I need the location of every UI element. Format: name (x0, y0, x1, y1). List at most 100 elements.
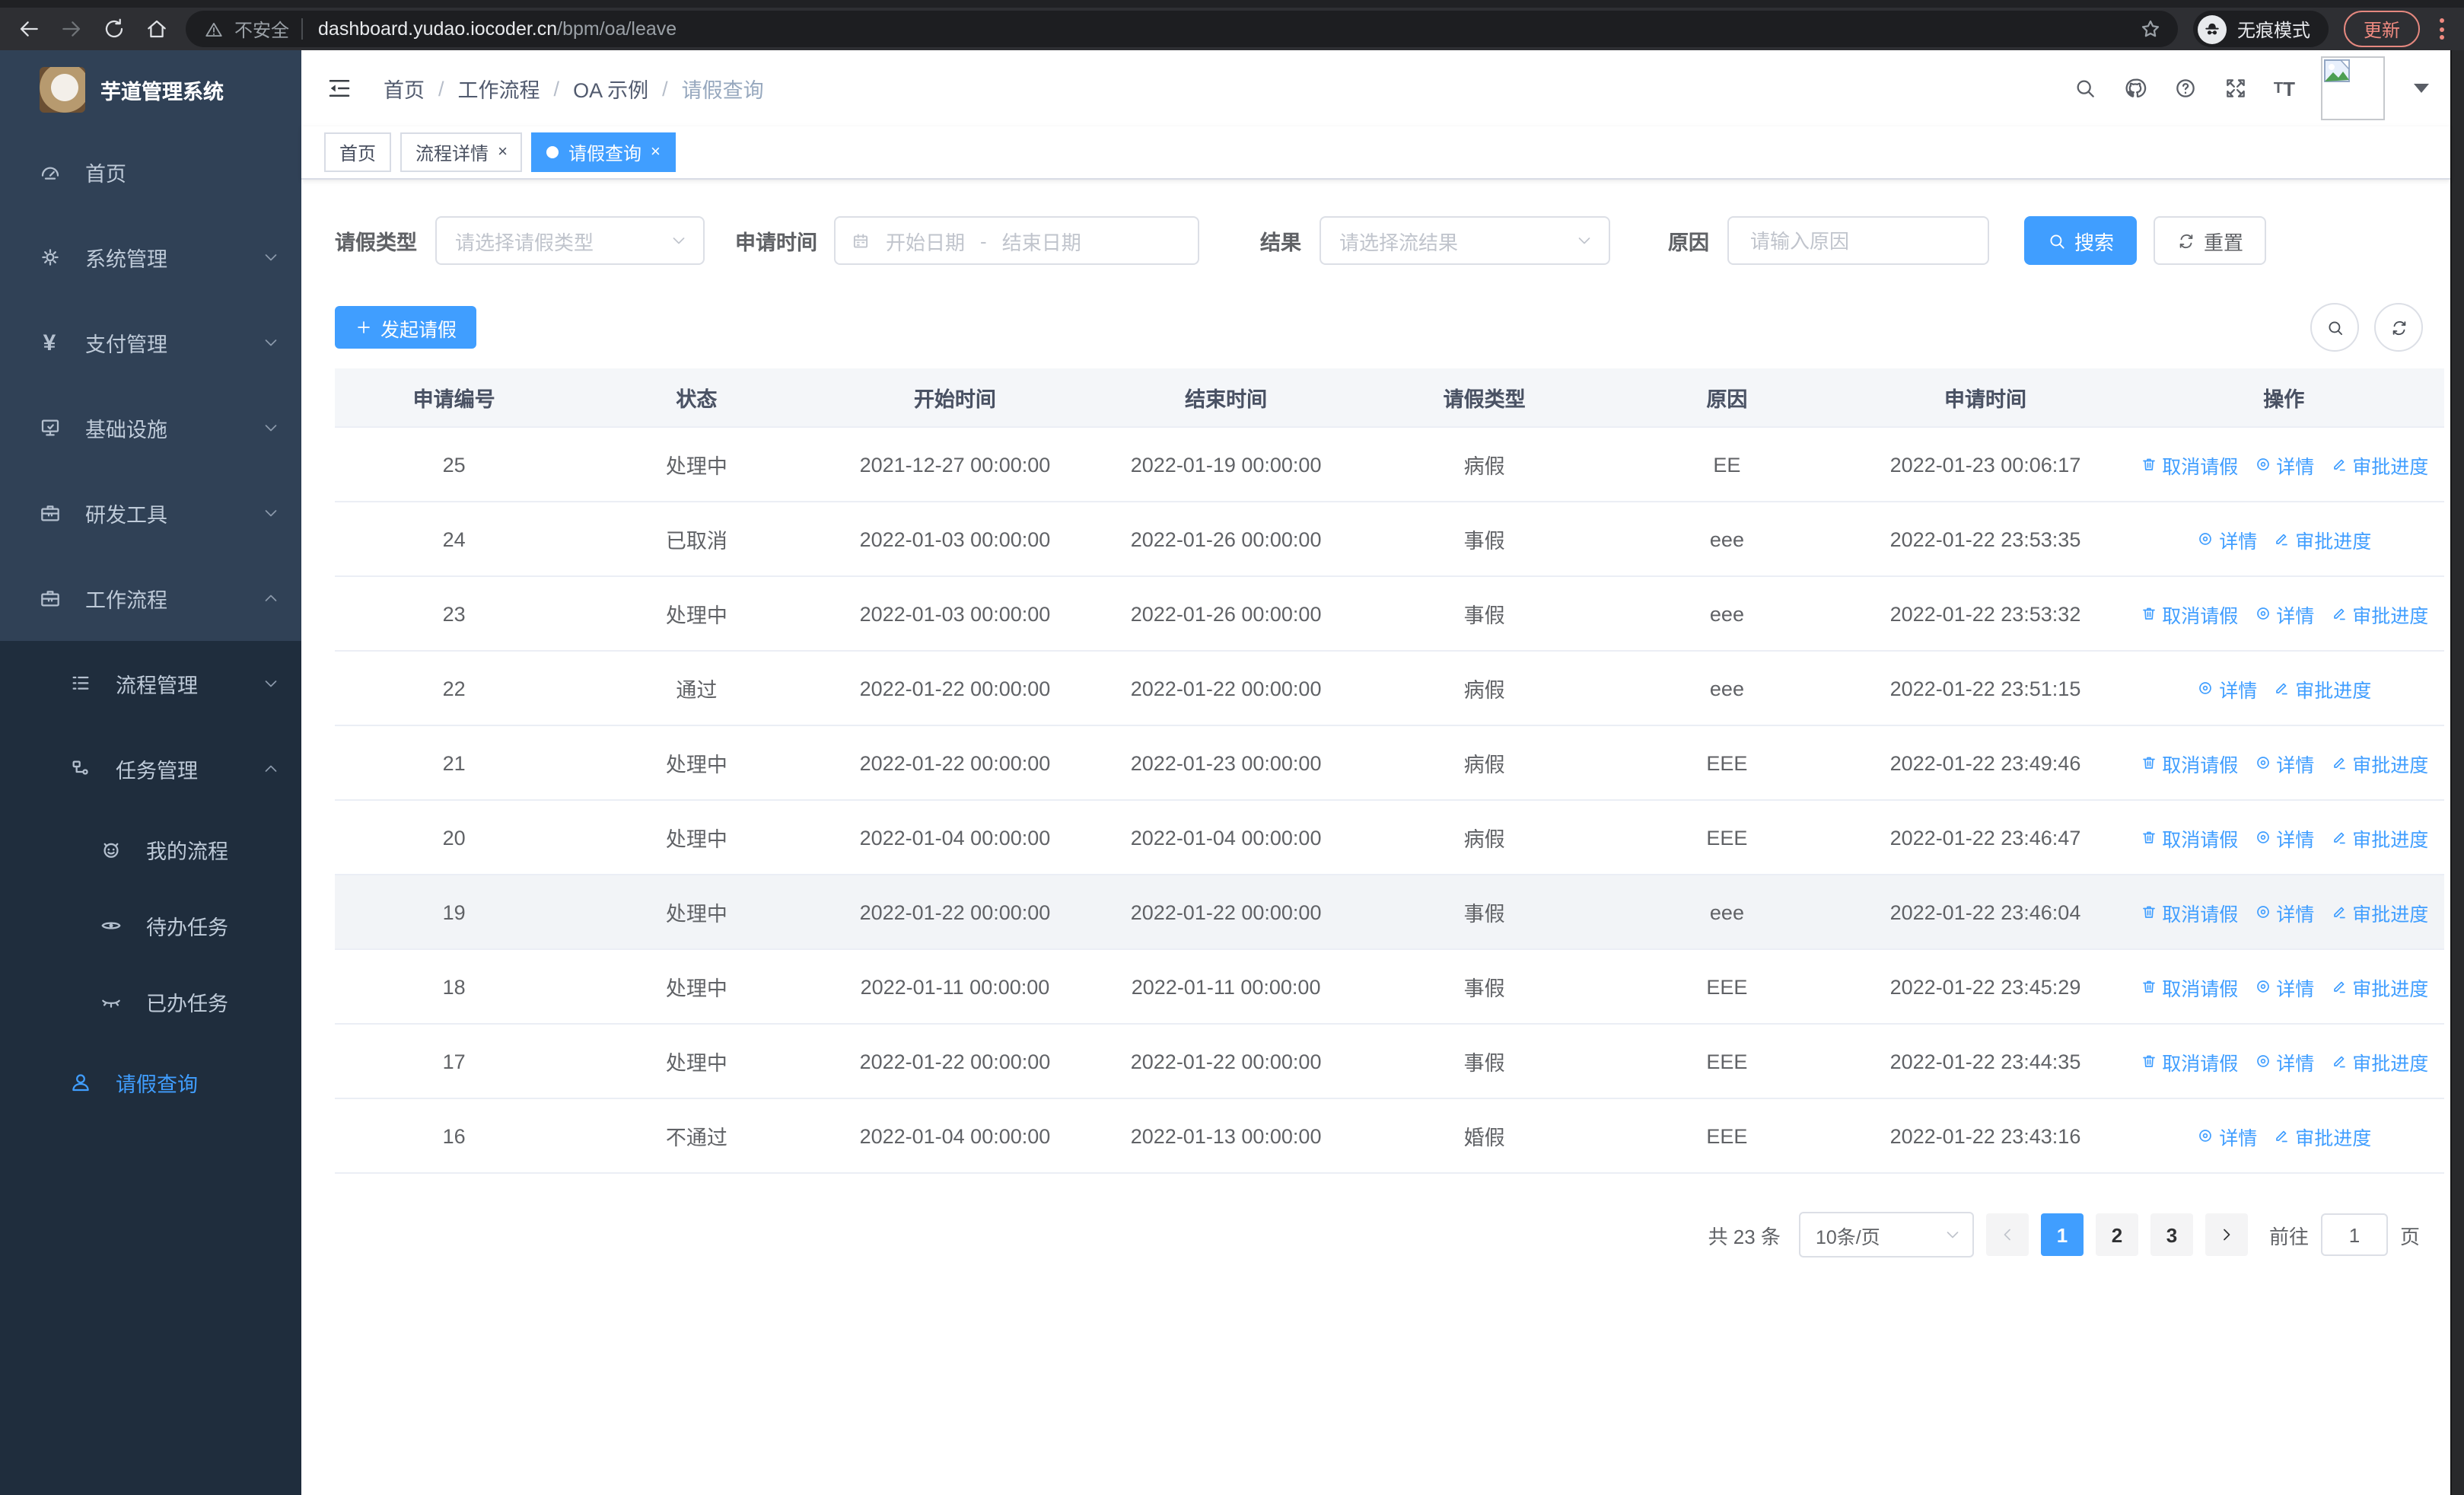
browser-forward-icon[interactable] (58, 15, 85, 43)
calendar-icon (853, 233, 868, 247)
create-leave-button[interactable]: 发起请假 (335, 306, 477, 349)
sidebar-item-label: 待办任务 (146, 916, 228, 939)
sidebar-item-leave-query[interactable]: 请假查询 (0, 1040, 301, 1125)
sidebar-item-system[interactable]: 系统管理 (0, 215, 301, 300)
detail-link[interactable]: 详情 (2253, 450, 2314, 479)
sidebar-item-process-mgmt[interactable]: 流程管理 (0, 641, 301, 726)
next-page-button[interactable] (2205, 1213, 2248, 1256)
prev-page-button[interactable] (1985, 1213, 2029, 1256)
browser-scrollbar[interactable] (2450, 50, 2464, 1495)
progress-link[interactable]: 审批进度 (2329, 599, 2428, 628)
detail-link[interactable]: 详情 (2196, 674, 2257, 703)
chevron-down-icon (262, 248, 280, 266)
browser-update-button[interactable]: 更新 (2343, 11, 2420, 47)
page-button-1[interactable]: 1 (2040, 1213, 2084, 1256)
avatar[interactable] (2321, 56, 2385, 120)
breadcrumb-workflow[interactable]: 工作流程 (458, 73, 540, 104)
cancel-leave-link[interactable]: 取消请假 (2139, 599, 2238, 628)
sidebar-item-label: 系统管理 (85, 248, 167, 271)
sidebar-item-infrastructure[interactable]: 基础设施 (0, 385, 301, 470)
sidebar-item-payment[interactable]: ¥ 支付管理 (0, 300, 301, 385)
browser-menu-icon[interactable] (2435, 18, 2449, 40)
browser-back-icon[interactable] (15, 15, 43, 43)
flow-list-icon (67, 671, 93, 696)
sidebar-item-dev-tools[interactable]: 研发工具 (0, 470, 301, 556)
url-host: dashboard.yudao.iocoder.cn (318, 18, 558, 40)
fullscreen-icon[interactable] (2224, 76, 2248, 100)
goto-page-input[interactable] (2320, 1213, 2388, 1256)
github-icon[interactable] (2123, 76, 2147, 100)
sidebar-item-label: 任务管理 (116, 760, 198, 783)
browser-reload-icon[interactable] (100, 15, 128, 43)
search-icon[interactable] (2073, 76, 2097, 100)
sidebar-item-home[interactable]: 首页 (0, 129, 301, 215)
tab-process-detail[interactable]: 流程详情 × (400, 132, 523, 172)
font-size-icon[interactable]: TT (2274, 77, 2295, 100)
date-separator: - (980, 229, 987, 252)
tab-leave-query[interactable]: 请假查询 × (531, 132, 676, 172)
breadcrumb-home[interactable]: 首页 (384, 73, 425, 104)
cancel-leave-link[interactable]: 取消请假 (2139, 1047, 2238, 1076)
progress-link[interactable]: 审批进度 (2329, 748, 2428, 777)
apply-time-range-picker[interactable]: 开始日期 - 结束日期 (834, 216, 1199, 265)
leave-type-select[interactable]: 请选择请假类型 (435, 216, 705, 265)
table-row: 21 处理中 2022-01-22 00:00:00 2022-01-23 00… (335, 726, 2444, 801)
page-button-3[interactable]: 3 (2150, 1213, 2193, 1256)
progress-link[interactable]: 审批进度 (2272, 674, 2371, 703)
detail-link[interactable]: 详情 (2253, 972, 2314, 1001)
help-icon[interactable] (2173, 76, 2198, 100)
delete-icon (2142, 906, 2155, 918)
detail-link[interactable]: 详情 (2253, 599, 2314, 628)
caret-down-icon[interactable] (2414, 84, 2429, 93)
apply-time-label: 申请时间 (735, 231, 817, 254)
sidebar-item-my-process[interactable]: 我的流程 (0, 811, 301, 888)
show-search-icon[interactable] (2310, 303, 2359, 352)
menu-fold-icon[interactable] (320, 69, 359, 108)
table-row: 24 已取消 2022-01-03 00:00:00 2022-01-26 00… (335, 502, 2444, 577)
progress-link[interactable]: 审批进度 (2272, 1121, 2371, 1150)
detail-link[interactable]: 详情 (2253, 748, 2314, 777)
progress-link[interactable]: 审批进度 (2272, 524, 2371, 553)
progress-link[interactable]: 审批进度 (2329, 897, 2428, 926)
detail-link[interactable]: 详情 (2196, 1121, 2257, 1150)
close-icon[interactable]: × (651, 143, 661, 161)
detail-link[interactable]: 详情 (2253, 897, 2314, 926)
reason-input[interactable] (1747, 228, 1969, 253)
page-button-2[interactable]: 2 (2095, 1213, 2138, 1256)
cancel-leave-link[interactable]: 取消请假 (2139, 748, 2238, 777)
bookmark-star-icon[interactable] (2138, 17, 2163, 41)
reset-button[interactable]: 重置 (2154, 216, 2267, 265)
refresh-table-icon[interactable] (2374, 303, 2423, 352)
cancel-leave-link[interactable]: 取消请假 (2139, 897, 2238, 926)
cancel-leave-link[interactable]: 取消请假 (2139, 823, 2238, 852)
detail-link[interactable]: 详情 (2253, 1047, 2314, 1076)
sidebar-item-todo-tasks[interactable]: 待办任务 (0, 888, 301, 964)
breadcrumb-current: 请假查询 (681, 79, 764, 102)
plus-icon (358, 321, 370, 333)
progress-link[interactable]: 审批进度 (2329, 1047, 2428, 1076)
breadcrumb: 首页 / 工作流程 / OA 示例 / 请假查询 (384, 73, 764, 104)
detail-link[interactable]: 详情 (2253, 823, 2314, 852)
tab-label: 流程详情 (415, 142, 489, 164)
edit-icon (2276, 534, 2288, 546)
cancel-leave-link[interactable]: 取消请假 (2139, 450, 2238, 479)
page-size-select[interactable]: 10条/页 (1798, 1212, 1974, 1258)
progress-link[interactable]: 审批进度 (2329, 972, 2428, 1001)
result-select[interactable]: 请选择流结果 (1320, 216, 1610, 265)
sidebar-item-workflow[interactable]: 工作流程 (0, 556, 301, 641)
app-logo-row[interactable]: 芋道管理系统 (0, 50, 301, 129)
sidebar-item-done-tasks[interactable]: 已办任务 (0, 964, 301, 1040)
detail-link[interactable]: 详情 (2196, 524, 2257, 553)
search-button[interactable]: 搜索 (2024, 216, 2138, 265)
pagination: 共 23 条 10条/页 1 2 3 前往 页 (335, 1212, 2420, 1258)
sidebar-item-task-mgmt[interactable]: 任务管理 (0, 726, 301, 811)
tab-home[interactable]: 首页 (324, 132, 392, 172)
progress-link[interactable]: 审批进度 (2329, 823, 2428, 852)
close-icon[interactable]: × (498, 143, 508, 161)
breadcrumb-oa-example[interactable]: OA 示例 (573, 73, 648, 104)
address-bar[interactable]: 不安全 dashboard.yudao.iocoder.cn/bpm/oa/le… (186, 11, 2178, 47)
progress-link[interactable]: 审批进度 (2329, 450, 2428, 479)
cancel-leave-link[interactable]: 取消请假 (2139, 972, 2238, 1001)
eye-icon (97, 913, 123, 938)
browser-home-icon[interactable] (143, 15, 170, 43)
